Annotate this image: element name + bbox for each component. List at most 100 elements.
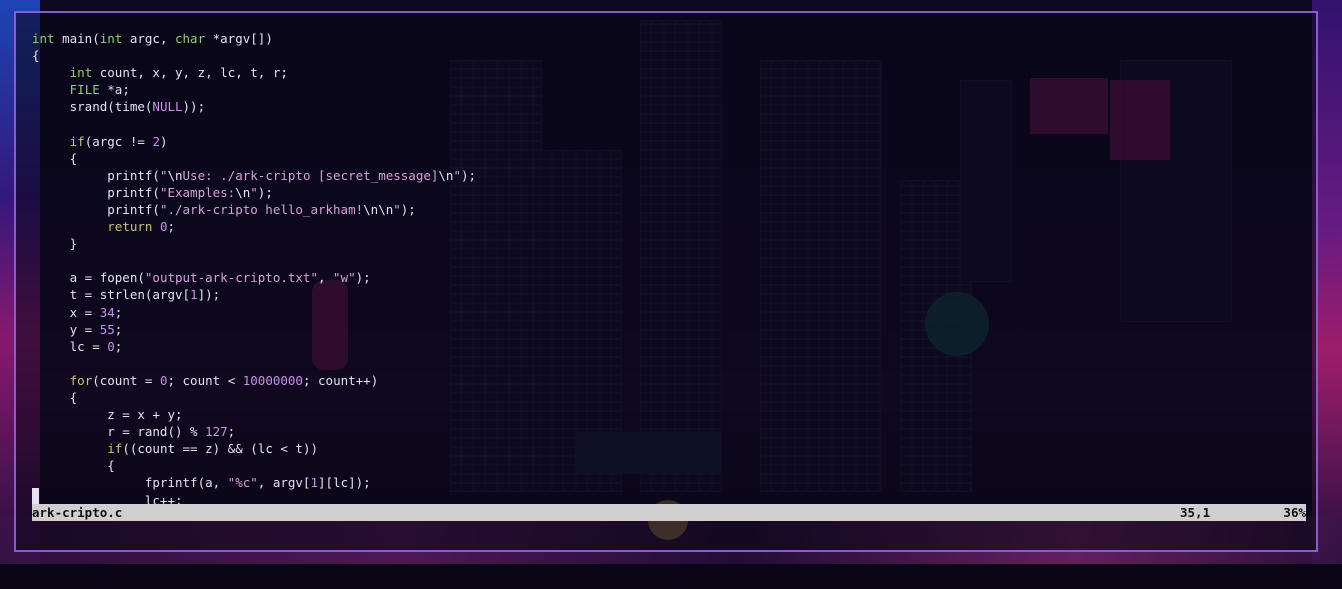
- code-line: printf("Examples:\n");: [32, 184, 476, 201]
- code-token: Use: ./ark-cripto [secret_message]: [182, 167, 439, 183]
- status-cursor-position: 35,1: [1180, 505, 1211, 520]
- vim-statusbar: ark-cripto.c 35,1 36%: [32, 504, 1306, 521]
- text-cursor: [32, 488, 39, 505]
- code-line: }: [32, 235, 476, 252]
- code-token: int: [69, 65, 93, 81]
- code-line: {: [32, 389, 476, 406]
- code-token: x =: [32, 304, 100, 320]
- code-token: 1: [190, 287, 198, 303]
- code-token: printf(: [32, 184, 160, 200]
- code-token: 0: [107, 338, 115, 354]
- code-token: argc,: [122, 31, 175, 46]
- code-token: r = rand() %: [32, 424, 206, 440]
- code-token: );: [355, 270, 371, 286]
- code-token: srand(time(: [32, 99, 153, 115]
- code-token: );: [461, 167, 477, 183]
- code-line: printf("\nUse: ./ark-cripto [secret_mess…: [32, 167, 476, 184]
- code-token: NULL: [152, 99, 183, 115]
- code-token: (argc !=: [84, 133, 153, 149]
- code-token: \n\n: [363, 201, 394, 217]
- code-line: lc = 0;: [32, 338, 476, 355]
- code-editor[interactable]: int main(int argc, char *argv[]){ int co…: [32, 30, 476, 509]
- code-token: printf(: [32, 167, 160, 183]
- code-token: ((count == z) && (lc < t)): [122, 441, 318, 457]
- code-token: int: [99, 31, 123, 46]
- code-token: main(: [54, 31, 100, 46]
- code-line: printf("./ark-cripto hello_arkham!\n\n")…: [32, 201, 476, 218]
- code-token: *argv[]): [205, 31, 273, 46]
- code-token: return: [107, 219, 153, 235]
- code-token: ;: [114, 321, 123, 337]
- code-token: , argv[: [257, 475, 311, 491]
- code-token: \n: [167, 167, 183, 183]
- code-token: "w": [333, 270, 356, 286]
- code-line: {: [32, 457, 476, 474]
- code-token: printf(: [32, 201, 160, 217]
- code-line: return 0;: [32, 218, 476, 235]
- terminal-window[interactable]: int main(int argc, char *argv[]){ int co…: [14, 11, 1318, 552]
- code-token: );: [257, 184, 273, 200]
- code-token: int: [32, 31, 55, 46]
- code-token: count, x, y, z, lc, t, r;: [92, 65, 288, 81]
- code-token: if: [107, 441, 123, 457]
- code-token: 10000000: [242, 372, 303, 388]
- status-filename: ark-cripto.c: [32, 505, 123, 520]
- code-line: FILE *a;: [32, 81, 476, 98]
- code-token: {: [32, 48, 40, 64]
- code-token: ][lc]);: [318, 475, 371, 491]
- code-token: 2: [152, 133, 160, 149]
- code-token: a = fopen(: [32, 270, 145, 286]
- code-token: y =: [32, 321, 100, 337]
- code-token: ;: [227, 424, 236, 440]
- code-token: );: [400, 201, 416, 217]
- code-line: x = 34;: [32, 304, 476, 321]
- code-line: {: [32, 47, 476, 64]
- code-line: if((count == z) && (lc < t)): [32, 440, 476, 457]
- code-token: (count =: [92, 372, 160, 388]
- code-token: *a;: [99, 82, 130, 98]
- code-line: fprintf(a, "%c", argv[1][lc]);: [32, 474, 476, 491]
- code-token: z = x + y;: [32, 407, 183, 423]
- code-token: ,: [317, 270, 334, 286]
- code-token: if: [69, 133, 85, 149]
- code-token: ): [159, 133, 168, 149]
- code-line: int main(int argc, char *argv[]): [32, 30, 476, 47]
- code-token: \n: [438, 167, 454, 183]
- code-token: 55: [99, 321, 115, 337]
- code-token: lc =: [32, 338, 108, 354]
- code-token: {: [32, 458, 115, 474]
- code-token: }: [32, 236, 78, 252]
- code-line: if(argc != 2): [32, 133, 476, 150]
- code-token: t = strlen(argv[: [32, 287, 191, 303]
- code-token: 34: [99, 304, 115, 320]
- code-token: fprintf(a,: [32, 475, 228, 491]
- code-token: "./ark-cripto hello_arkham!: [159, 201, 364, 217]
- code-token: ]);: [197, 287, 221, 303]
- code-line: for(count = 0; count < 10000000; count++…: [32, 372, 476, 389]
- code-line: y = 55;: [32, 321, 476, 338]
- code-token: 1: [310, 475, 318, 491]
- status-scroll-percent: 36%: [1283, 505, 1306, 520]
- code-token: ; count++): [302, 372, 379, 388]
- code-token: ;: [114, 304, 123, 320]
- code-token: FILE: [69, 82, 100, 98]
- code-token: "output-ark-cripto.txt": [144, 270, 318, 286]
- code-line: t = strlen(argv[1]);: [32, 286, 476, 303]
- code-token: ": [453, 167, 461, 183]
- code-token: char: [175, 31, 206, 46]
- code-token: 127: [205, 424, 228, 440]
- code-line: srand(time(NULL));: [32, 98, 476, 115]
- code-token: "%c": [227, 475, 258, 491]
- code-token: ));: [182, 99, 206, 115]
- code-token: ;: [167, 219, 176, 235]
